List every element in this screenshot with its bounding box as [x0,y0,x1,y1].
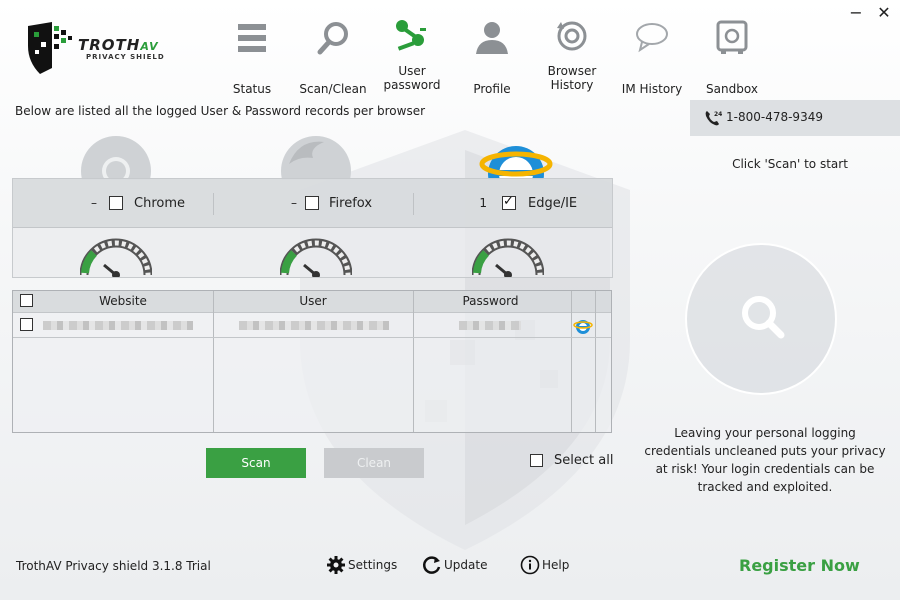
column-header-website[interactable]: Website [93,294,153,308]
redacted-website [43,321,193,330]
browser-selection-row: – Chrome – Firefox 1 Edge/IE [13,179,612,228]
history-icon [557,21,587,51]
brand-name: TROTHAV [78,36,159,54]
redacted-user [239,321,389,330]
scan-hint: Click 'Scan' to start [732,157,848,171]
brand-tagline: PRIVACY SHIELD [86,53,165,61]
minimize-button[interactable]: − [848,4,864,22]
shield-logo-icon [28,22,72,74]
update-label: Update [444,558,488,572]
search-icon [317,22,348,55]
scan-button[interactable]: Scan [206,448,306,478]
column-divider [413,291,414,432]
svg-text:24: 24 [714,111,722,118]
browser-name: Edge/IE [528,196,578,211]
row-checkbox[interactable] [20,318,33,331]
browser-cell-edge: 1 Edge/IE [413,179,612,228]
table-row[interactable] [13,314,611,337]
edge-ie-icon [479,134,553,180]
app-logo: TROTHAV PRIVACY SHIELD [26,22,186,74]
brand-name-text: TROTH [78,36,141,54]
settings-label: Settings [348,558,398,572]
refresh-icon [423,556,441,574]
search-icon [742,296,785,339]
privacy-warning: Leaving your personal logging credential… [644,426,886,494]
nav-label: Browser History [547,64,597,92]
column-divider [595,291,596,432]
clean-button[interactable]: Clean [324,448,424,478]
nav-label: Scan/Clean [299,82,367,96]
menu-icon [238,24,266,52]
records-table: Website User Password [12,290,612,433]
firefox-icon [279,134,353,180]
column-header-user[interactable]: User [283,294,343,308]
nav-label: IM History [621,82,683,96]
window-controls: − ✕ [848,4,892,22]
help-label: Help [542,558,570,572]
chrome-icon [79,134,153,180]
row-divider [13,337,611,338]
nav-browser-history[interactable]: Browser History [532,14,612,100]
nav-label: Sandbox [706,82,758,96]
phone-24-icon: 24 [705,111,722,126]
column-divider [213,291,214,432]
select-all-checkbox[interactable] [530,454,543,467]
header-checkbox[interactable] [20,294,33,307]
nav-profile[interactable]: Profile [452,14,532,100]
browser-icons [12,134,612,180]
nav-label: Status [232,82,272,96]
gauge-icon [80,238,152,277]
record-count: 1 [479,196,487,210]
table-header: Website User Password [13,291,611,313]
record-count: – [91,196,97,210]
nav-user-password[interactable]: User password [372,14,452,100]
edge-checkbox[interactable] [502,194,516,210]
user-icon [476,22,508,54]
browser-panel: – Chrome – Firefox 1 Edge/IE [12,178,613,278]
column-divider [571,291,572,432]
scan-circle-button[interactable] [685,243,837,395]
nav-label: User password [383,64,441,92]
app-window: TROTHAV PRIVACY SHIELD − ✕ Status Scan/C… [0,0,900,600]
browser-cell-chrome: – Chrome [13,179,213,228]
nav-label: Profile [473,82,511,96]
nav-sandbox[interactable]: Sandbox [692,14,772,100]
browser-cell-firefox: – Firefox [213,179,413,228]
select-all-label: Select all [554,453,614,468]
firefox-checkbox[interactable] [305,196,319,210]
support-phone-number: 1-800-478-9349 [726,110,823,124]
page-description: Below are listed all the logged User & P… [15,104,426,118]
edge-ie-icon [573,320,593,334]
record-count: – [291,196,297,210]
gauge-icon [280,238,352,277]
nav-im-history[interactable]: IM History [612,14,692,100]
app-version: TrothAV Privacy shield 3.1.8 Trial [16,559,211,573]
register-now-link[interactable]: Register Now [739,556,860,575]
chat-icon [636,23,668,53]
nav-scan-clean[interactable]: Scan/Clean [293,14,373,100]
info-icon [520,555,540,575]
gear-icon [327,556,345,574]
keys-icon [396,20,426,51]
browser-name: Firefox [329,196,373,211]
gauge-icon [472,238,544,277]
nav-status[interactable]: Status [212,14,292,100]
redacted-password [459,321,521,330]
safe-icon [716,20,748,54]
brand-suffix: AV [140,40,159,53]
support-phone-bar: 24 1-800-478-9349 [690,100,900,136]
close-button[interactable]: ✕ [876,4,892,22]
column-header-password[interactable]: Password [453,294,528,308]
chrome-checkbox[interactable] [109,196,123,210]
browser-name: Chrome [134,196,185,211]
